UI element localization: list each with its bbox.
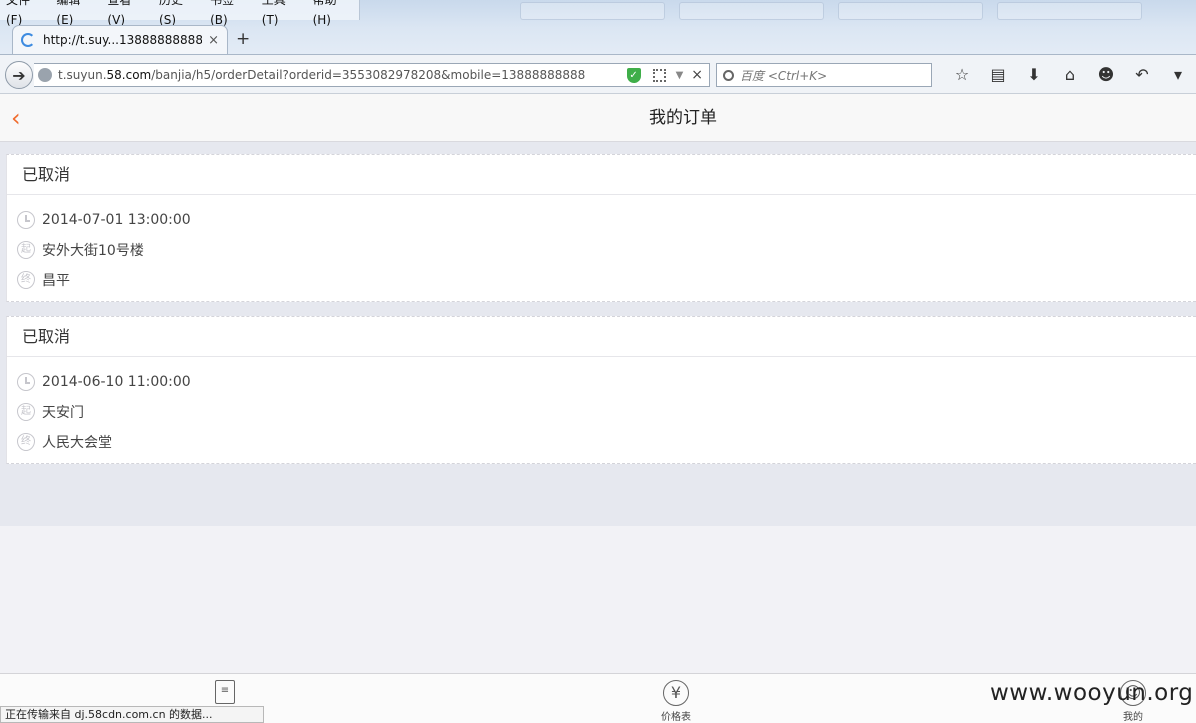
undo-icon[interactable]: ↶ — [1124, 65, 1160, 85]
browser-tab-active[interactable]: http://t.suy...13888888888 × — [12, 25, 228, 54]
tab-price-list[interactable]: ¥ 价格表 — [636, 680, 716, 723]
url-text[interactable]: t.suyun.58.com/banjia/h5/orderDetail?ord… — [58, 68, 621, 82]
start-pin-icon: 起 — [17, 241, 35, 259]
navigation-toolbar: ➔ t.suyun.58.com/banjia/h5/orderDetail?o… — [0, 54, 1196, 94]
tab-close-icon[interactable]: × — [208, 33, 219, 48]
end-pin-icon: 终 — [17, 271, 35, 289]
download-icon[interactable]: ⬇ — [1016, 65, 1052, 85]
tab-orders[interactable]: ≡ — [185, 680, 265, 706]
background-window — [838, 2, 983, 20]
background-window — [997, 2, 1142, 20]
back-button[interactable]: ➔ — [5, 61, 33, 89]
order-time-row: 2014-07-01 13:00:00 — [7, 205, 1196, 235]
page-content: ‹ 我的订单 已取消 2014-07-01 13:00:00 起 安外大街10号… — [0, 94, 1196, 673]
home-icon[interactable]: ⌂ — [1052, 65, 1088, 85]
security-shield-icon[interactable]: ✓ — [626, 67, 641, 83]
tab-title: http://t.suy...13888888888 — [43, 33, 203, 47]
order-end: 昌平 — [42, 273, 70, 289]
yuan-icon: ¥ — [663, 680, 689, 706]
start-pin-icon: 起 — [17, 403, 35, 421]
toolbar-icons: ☆ ▤ ⬇ ⌂ ☻ ↶ ▾ — [944, 65, 1196, 85]
end-pin-icon: 终 — [17, 433, 35, 451]
search-box[interactable]: 百度 <Ctrl+K> — [716, 63, 932, 87]
order-start-row: 起 安外大街10号楼 — [7, 235, 1196, 265]
clipboard-icon[interactable]: ▤ — [980, 65, 1016, 85]
document-icon: ≡ — [215, 680, 235, 704]
background-windows — [520, 2, 1142, 20]
tab-mine-label: 我的 — [1123, 712, 1143, 723]
clock-icon — [17, 211, 35, 229]
order-end-row: 终 昌平 — [7, 265, 1196, 295]
order-status: 已取消 — [7, 155, 1196, 195]
order-start: 安外大街10号楼 — [42, 243, 144, 259]
arrow-left-icon: ➔ — [12, 65, 26, 85]
address-bar[interactable]: t.suyun.58.com/banjia/h5/orderDetail?ord… — [34, 63, 710, 87]
chat-icon[interactable]: ☻ — [1088, 65, 1124, 85]
loading-spinner-icon — [21, 33, 35, 47]
bookmark-star-icon[interactable]: ☆ — [944, 65, 980, 85]
order-time-row: 2014-06-10 11:00:00 — [7, 367, 1196, 397]
order-end-row: 终 人民大会堂 — [7, 427, 1196, 457]
page-header: ‹ 我的订单 — [0, 94, 1196, 142]
order-start: 天安门 — [42, 405, 84, 421]
order-time: 2014-06-10 11:00:00 — [42, 374, 191, 390]
menu-bar: 文件(F) 编辑(E) 查看(V) 历史(S) 书签(B) 工具(T) 帮助(H… — [0, 0, 360, 27]
tab-price-list-label: 价格表 — [661, 712, 691, 723]
background-window — [520, 2, 665, 20]
order-time: 2014-07-01 13:00:00 — [42, 212, 191, 228]
stop-icon[interactable]: × — [691, 67, 703, 83]
order-card[interactable]: 已取消 2014-07-01 13:00:00 起 安外大街10号楼 终 昌平 — [6, 154, 1196, 302]
qr-code-icon[interactable] — [652, 68, 666, 82]
dropdown-arrow-icon[interactable]: ▼ — [676, 70, 684, 81]
more-dropdown-icon[interactable]: ▾ — [1160, 65, 1196, 85]
browser-status-bar: 正在传输来自 dj.58cdn.com.cn 的数据... — [0, 706, 264, 723]
new-tab-button[interactable]: + — [236, 29, 250, 49]
search-icon — [723, 69, 734, 81]
background-window — [679, 2, 824, 20]
page-title: 我的订单 — [649, 108, 717, 128]
globe-icon — [38, 68, 52, 82]
search-placeholder: 百度 <Ctrl+K> — [740, 68, 828, 83]
order-status: 已取消 — [7, 317, 1196, 357]
watermark: www.wooyun.org — [990, 680, 1194, 706]
order-card[interactable]: 已取消 2014-06-10 11:00:00 起 天安门 终 人民大会堂 — [6, 316, 1196, 464]
order-start-row: 起 天安门 — [7, 397, 1196, 427]
tab-strip: http://t.suy...13888888888 × + — [0, 22, 1196, 54]
clock-icon — [17, 373, 35, 391]
order-list: 已取消 2014-07-01 13:00:00 起 安外大街10号楼 终 昌平 … — [0, 142, 1196, 526]
order-end: 人民大会堂 — [42, 435, 112, 451]
